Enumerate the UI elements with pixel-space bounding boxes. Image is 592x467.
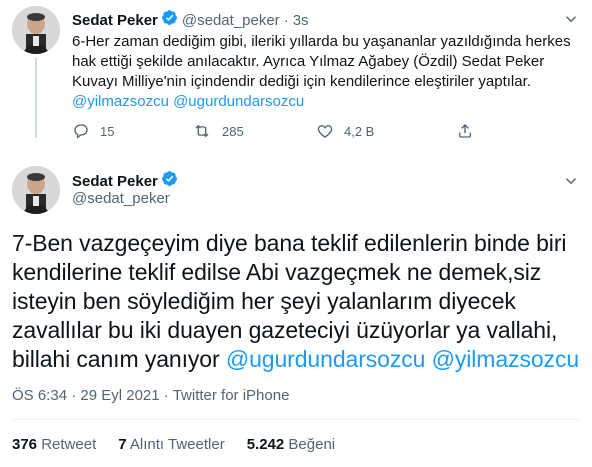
quotes-stat[interactable]: 7 Alıntı Tweetler — [118, 436, 224, 453]
retweets-count: 376 — [12, 436, 38, 453]
tweet-timestamp[interactable]: 3s — [293, 12, 309, 29]
avatar[interactable] — [12, 6, 60, 54]
tweet-stats: 376 Retweet 7 Alıntı Tweetler 5.242 Beğe… — [12, 436, 335, 453]
divider — [12, 419, 580, 420]
retweet-button[interactable]: 285 — [192, 122, 316, 140]
tweet-meta: ÖS 6:34 · 29 Eyl 2021 · Twitter for iPho… — [12, 387, 289, 404]
meta-separator: · — [71, 387, 77, 404]
likes-label: Beğeni — [288, 436, 336, 453]
reply-icon — [72, 122, 90, 140]
reply-count: 15 — [100, 123, 115, 139]
quotes-label: Alıntı Tweetler — [129, 436, 225, 453]
likes-stat[interactable]: 5.242 Beğeni — [247, 436, 335, 453]
avatar-photo — [12, 166, 60, 214]
thread-connector — [35, 58, 37, 138]
author-name[interactable]: Sedat Peker — [72, 173, 158, 190]
author-handle[interactable]: @sedat_peker — [72, 190, 170, 207]
quotes-count: 7 — [118, 436, 127, 453]
time-separator: · — [283, 11, 289, 29]
likes-count: 5.242 — [246, 436, 285, 453]
like-count: 4,2 B — [344, 123, 375, 139]
verified-badge-icon — [161, 9, 178, 31]
tweet-source[interactable]: Twitter for iPhone — [173, 387, 290, 404]
reply-button[interactable]: 15 — [72, 122, 192, 140]
like-button[interactable]: 4,2 B — [316, 122, 456, 140]
author-name[interactable]: Sedat Peker — [72, 12, 158, 29]
avatar[interactable] — [12, 166, 60, 214]
retweets-stat[interactable]: 376 Retweet — [12, 436, 96, 453]
retweet-count: 285 — [222, 123, 244, 139]
retweets-label: Retweet — [41, 436, 97, 453]
avatar-photo — [12, 6, 60, 54]
mention-link[interactable]: @yilmazsozcu — [432, 346, 580, 372]
tweet-time[interactable]: ÖS 6:34 — [12, 387, 67, 404]
verified-badge-icon — [161, 170, 178, 192]
tweet-date[interactable]: 29 Eyl 2021 — [80, 387, 159, 404]
main-tweet-body: 7-Ben vazgeçeyim diye bana teklif edilen… — [12, 229, 584, 374]
like-icon — [316, 122, 334, 140]
tweet-text: 6-Her zaman dediğim gibi, ileriki yıllar… — [72, 33, 571, 90]
tweet-actions: 15 285 4,2 B — [72, 122, 572, 140]
author-handle[interactable]: @sedat_peker — [182, 12, 280, 29]
retweet-icon — [192, 122, 212, 140]
caret-down-icon[interactable] — [562, 10, 580, 33]
tweet-mentions[interactable]: @yilmazsozcu @ugurdundarsozcu — [72, 92, 572, 112]
mention-link[interactable]: @ugurdundarsozcu — [226, 346, 426, 372]
share-icon — [456, 122, 474, 140]
share-button[interactable] — [456, 122, 474, 140]
caret-down-icon[interactable] — [562, 172, 580, 195]
meta-separator: · — [163, 387, 169, 404]
